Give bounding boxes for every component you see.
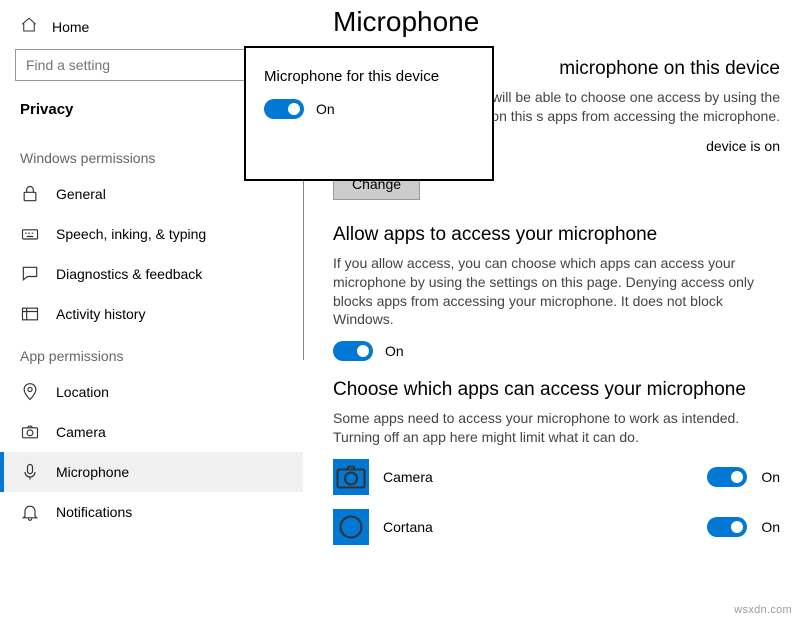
cortana-toggle[interactable] <box>707 517 747 537</box>
microphone-icon <box>20 462 40 482</box>
app-row-camera: Camera On <box>333 459 780 495</box>
camera-toggle[interactable] <box>707 467 747 487</box>
watermark: wsxdn.com <box>734 604 792 616</box>
cortana-toggle-label: On <box>761 519 780 535</box>
popup-toggle-row: On <box>264 99 474 119</box>
apps-section-desc: If you allow access, you can choose whic… <box>333 254 780 330</box>
apps-toggle-label: On <box>385 343 404 359</box>
sidebar-item-camera[interactable]: Camera <box>0 412 303 452</box>
feedback-icon <box>20 264 40 284</box>
camera-toggle-label: On <box>761 469 780 485</box>
choose-section-desc: Some apps need to access your microphone… <box>333 409 780 447</box>
popup-toggle[interactable] <box>264 99 304 119</box>
sidebar-item-microphone[interactable]: Microphone <box>0 452 303 492</box>
sidebar-item-location[interactable]: Location <box>0 372 303 412</box>
lock-icon <box>20 184 40 204</box>
bell-icon <box>20 502 40 522</box>
sidebar-item-diagnostics[interactable]: Diagnostics & feedback <box>0 254 303 294</box>
popup-toggle-label: On <box>316 101 335 117</box>
group-app-permissions: App permissions <box>0 334 303 372</box>
search-field[interactable] <box>26 57 272 73</box>
location-icon <box>20 382 40 402</box>
popup-title: Microphone for this device <box>264 68 474 85</box>
apps-toggle-row: On <box>333 341 780 361</box>
home-label: Home <box>52 19 89 35</box>
cortana-app-icon <box>333 509 369 545</box>
choose-section-title: Choose which apps can access your microp… <box>333 379 780 401</box>
home-icon <box>20 16 38 37</box>
sidebar-item-speech[interactable]: Speech, inking, & typing <box>0 214 303 254</box>
keyboard-icon <box>20 224 40 244</box>
activity-icon <box>20 304 40 324</box>
sidebar-item-activity[interactable]: Activity history <box>0 294 303 334</box>
app-name-cortana: Cortana <box>383 519 693 535</box>
sidebar-item-notifications[interactable]: Notifications <box>0 492 303 532</box>
camera-app-icon <box>333 459 369 495</box>
device-popup: Microphone for this device On <box>244 46 494 181</box>
apps-toggle[interactable] <box>333 341 373 361</box>
apps-section-title: Allow apps to access your microphone <box>333 224 780 246</box>
search-input[interactable] <box>15 49 283 81</box>
camera-icon <box>20 422 40 442</box>
sidebar-item-home[interactable]: Home <box>0 10 303 49</box>
app-name-camera: Camera <box>383 469 693 485</box>
app-row-cortana: Cortana On <box>333 509 780 545</box>
